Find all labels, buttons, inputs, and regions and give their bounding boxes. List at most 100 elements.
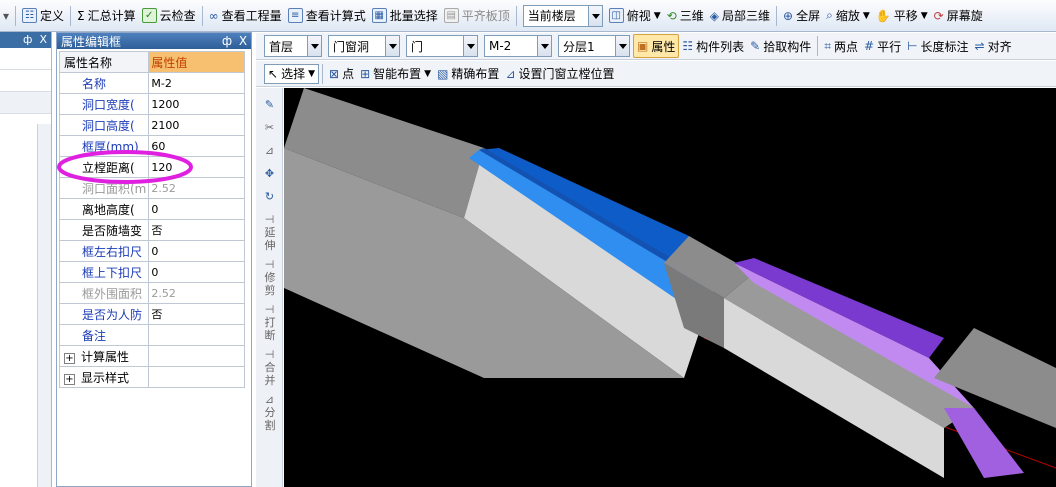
property-row[interactable]: 框外围面积 2.52 [58, 282, 245, 304]
break-icon[interactable]: ⊣ [256, 303, 283, 316]
three-d-button[interactable]: ⟲ 三维 [664, 4, 707, 28]
property-value[interactable]: 否 [148, 303, 245, 325]
extend-icon[interactable]: ⊣ [256, 213, 283, 226]
main-toolbar: ▾ ☷ 定义 Σ 汇总计算 ✓ 云检查 ∞ 查看工程量 ≡ 查看计算式 ▦ 批量选择 ▤ 平齐… [0, 0, 1056, 32]
rotate-icon[interactable]: ↻ [256, 190, 283, 203]
fullscreen-icon: ⊕ [783, 8, 794, 23]
property-row[interactable]: 是否为人防否 [58, 303, 245, 325]
pin-icon[interactable]: ф [219, 34, 235, 48]
property-button[interactable]: ▣ 属性 [633, 34, 680, 58]
property-value[interactable]: 2.52 [148, 282, 245, 304]
cloud-check-button[interactable]: ✓ 云检查 [139, 4, 199, 28]
3d-scene [284, 88, 1056, 478]
3d-icon: ⟲ [666, 8, 677, 23]
trim-button[interactable]: 修剪 [264, 271, 276, 297]
pan-button[interactable]: ✋ 平移 ▼ [873, 4, 931, 28]
layer-select[interactable]: 分层1 [558, 35, 630, 57]
glasses-icon: ∞ [208, 8, 219, 23]
property-row[interactable]: 框左右扣尺 0 [58, 240, 245, 262]
view-quantity-button[interactable]: ∞ 查看工程量 [206, 4, 285, 28]
element-toolbar: 首层 门窗洞 门 M-2 分层1 ▣ 属性 ☷ 构件列表 ✎ 拾取构件 ⌗ 两点 # 平行… [256, 33, 1056, 60]
left-nav-panel: ф X [0, 32, 52, 487]
split-icon[interactable]: ⊿ [256, 393, 283, 406]
property-row[interactable]: 框上下扣尺 0 [58, 261, 245, 283]
select-button[interactable]: ↖ 选择 ▼ [264, 63, 319, 84]
brush-icon[interactable]: ✎ [256, 98, 283, 111]
merge-icon[interactable]: ⊣ [256, 348, 283, 361]
property-row[interactable]: 洞口宽度(1200 [58, 93, 245, 115]
property-value[interactable]: M-2 [148, 72, 245, 94]
property-row[interactable]: 洞口高度(2100 [58, 114, 245, 136]
check-icon: ✓ [141, 8, 157, 23]
property-name: 名称 [58, 72, 150, 94]
property-value[interactable] [148, 345, 245, 367]
set-position-button[interactable]: ⊿ 设置门窗立樘位置 [502, 62, 617, 86]
two-point-button[interactable]: ⌗ 两点 [821, 34, 861, 58]
property-value[interactable]: 0 [148, 261, 245, 283]
property-value[interactable]: 0 [148, 240, 245, 262]
category-select[interactable]: 门窗洞 [328, 35, 400, 57]
property-name: 洞口宽度( [58, 93, 150, 115]
define-button[interactable]: ☷ 定义 [19, 4, 67, 28]
property-name: 框外围面积 [58, 282, 150, 304]
parallel-button[interactable]: # 平行 [861, 34, 904, 58]
property-row[interactable]: 离地高度(0 [58, 198, 245, 220]
length-dim-button[interactable]: ⊢ 长度标注 [904, 34, 971, 58]
extend-button[interactable]: 延伸 [264, 226, 276, 252]
property-value[interactable] [148, 324, 245, 346]
property-row[interactable]: + 计算属性 [58, 345, 245, 367]
property-icon: ▣ [637, 39, 649, 53]
type-select[interactable]: 门 [406, 35, 478, 57]
element-select[interactable]: M-2 [484, 35, 552, 57]
property-name: + 计算属性 [58, 345, 150, 367]
fullscreen-button[interactable]: ⊕ 全屏 [780, 4, 823, 28]
screen-rotate-button[interactable]: ⟳ 屏幕旋 [931, 4, 986, 28]
smart-layout-button[interactable]: ⊞ 智能布置 ▼ [357, 62, 434, 86]
list-icon: ☷ [682, 39, 694, 53]
left-panel-row [0, 48, 51, 70]
zoom-icon: ⌕ [826, 8, 833, 22]
mirror-icon[interactable]: ⊿ [256, 144, 283, 157]
expand-icon[interactable]: + [64, 373, 75, 385]
point-button[interactable]: ⊠ 点 [326, 62, 357, 86]
component-list-button[interactable]: ☷ 构件列表 [679, 34, 747, 58]
align-button[interactable]: ⇌ 对齐 [972, 34, 1015, 58]
break-button[interactable]: 打断 [264, 316, 276, 342]
property-row[interactable]: 是否随墙变否 [58, 219, 245, 241]
property-value[interactable]: 0 [148, 198, 245, 220]
property-row[interactable]: 备注 [58, 324, 245, 346]
batch-select-button[interactable]: ▦ 批量选择 [369, 4, 441, 28]
top-view-button[interactable]: ◫ 俯视 ▼ [606, 4, 664, 28]
zoom-button[interactable]: ⌕ 缩放 ▼ [823, 4, 873, 28]
align-slab-button[interactable]: ▤ 平齐板顶 [441, 4, 513, 28]
partial-3d-button[interactable]: ◈ 局部三维 [707, 4, 773, 28]
pin-icon[interactable]: ф [23, 33, 32, 46]
property-row[interactable]: 名称 M-2 [58, 72, 245, 94]
precise-layout-button[interactable]: ▧ 精确布置 [434, 62, 502, 86]
trim-icon[interactable]: ⊣ [256, 258, 283, 271]
left-panel-scrollbar[interactable] [37, 124, 51, 487]
property-name: + 显示样式 [58, 366, 150, 388]
split-button[interactable]: 分割 [264, 406, 276, 432]
scissors-icon[interactable]: ✂ [256, 121, 283, 134]
property-name: 是否为人防 [58, 303, 150, 325]
merge-button[interactable]: 合并 [264, 361, 276, 387]
left-panel-row [0, 70, 51, 92]
view-formula-button[interactable]: ≡ 查看计算式 [285, 4, 369, 28]
cube-icon: ◫ [608, 8, 624, 23]
expand-icon[interactable]: + [64, 352, 75, 364]
pick-button[interactable]: ✎ 拾取构件 [747, 34, 814, 58]
property-row[interactable]: + 显示样式 [58, 366, 245, 388]
summary-calc-button[interactable]: Σ 汇总计算 [74, 4, 139, 28]
floor-combo[interactable]: 当前楼层 [522, 4, 603, 27]
chevron-down-icon: ▼ [424, 68, 432, 79]
3d-viewport[interactable] [284, 88, 1056, 487]
close-icon[interactable]: X [39, 33, 47, 46]
property-value[interactable]: 2100 [148, 114, 245, 136]
property-value[interactable]: 否 [148, 219, 245, 241]
close-icon[interactable]: X [235, 34, 251, 48]
property-value[interactable]: 1200 [148, 93, 245, 115]
floor-select[interactable]: 首层 [264, 35, 322, 57]
property-value[interactable] [148, 366, 245, 388]
move-icon[interactable]: ✥ [256, 167, 283, 180]
